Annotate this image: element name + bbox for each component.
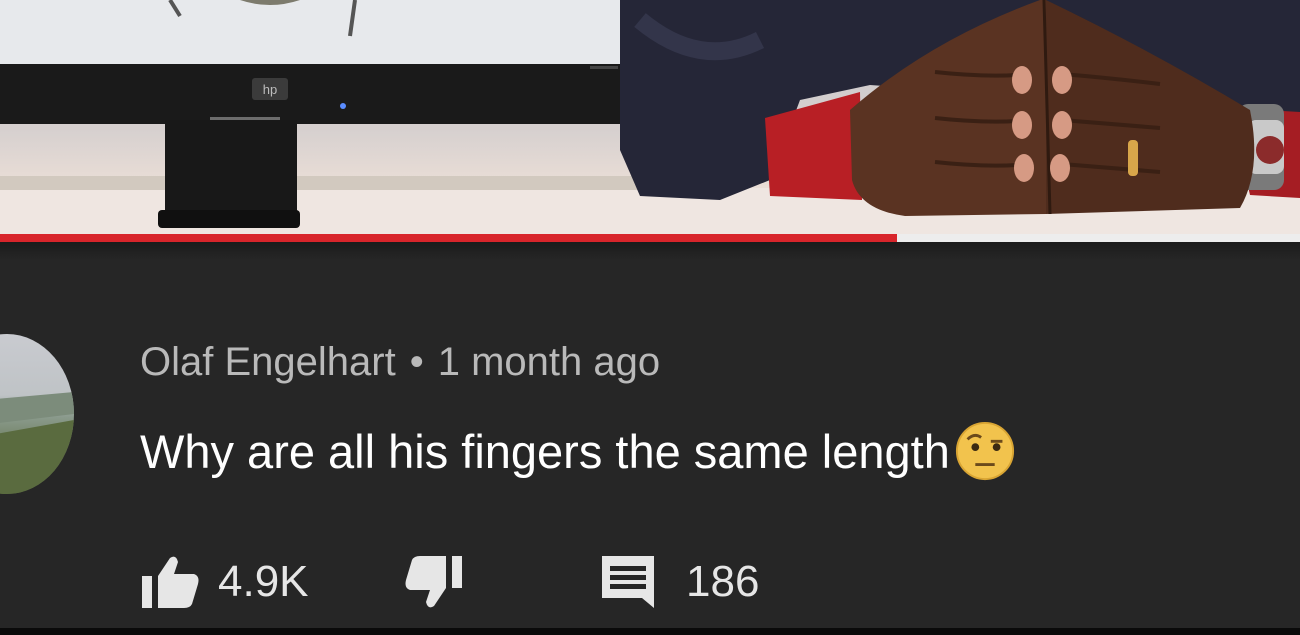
bottom-edge bbox=[0, 628, 1300, 635]
video-frame[interactable]: hp bbox=[0, 0, 1300, 234]
meta-separator: • bbox=[409, 340, 424, 384]
comment-body: Why are all his fingers the same length bbox=[140, 424, 950, 478]
like-button[interactable]: 4.9K bbox=[140, 552, 309, 612]
comment-timestamp[interactable]: 1 month ago bbox=[438, 340, 660, 384]
comment-text: Why are all his fingers the same length bbox=[140, 420, 1016, 482]
video-progress-played bbox=[0, 234, 897, 242]
comment-author[interactable]: Olaf Engelhart bbox=[140, 340, 396, 384]
comment-icon bbox=[602, 556, 654, 608]
monitor-logo: hp bbox=[263, 82, 277, 97]
avatar[interactable] bbox=[0, 334, 74, 494]
thumbs-up-icon bbox=[142, 556, 199, 608]
comment-actions: 4.9K 186 bbox=[140, 552, 840, 612]
face-with-raised-eyebrow-icon bbox=[955, 421, 1014, 481]
reply-count: 186 bbox=[686, 557, 760, 606]
comment-meta: Olaf Engelhart • 1 month ago bbox=[140, 340, 660, 385]
progress-shadow bbox=[0, 242, 1300, 260]
dislike-button[interactable] bbox=[402, 552, 464, 612]
video-progress-bar[interactable] bbox=[0, 234, 1300, 242]
like-count: 4.9K bbox=[218, 557, 309, 606]
thumbs-down-icon bbox=[405, 556, 462, 608]
reply-button[interactable]: 186 bbox=[600, 552, 759, 612]
video-thumbnail: hp bbox=[0, 0, 1300, 234]
